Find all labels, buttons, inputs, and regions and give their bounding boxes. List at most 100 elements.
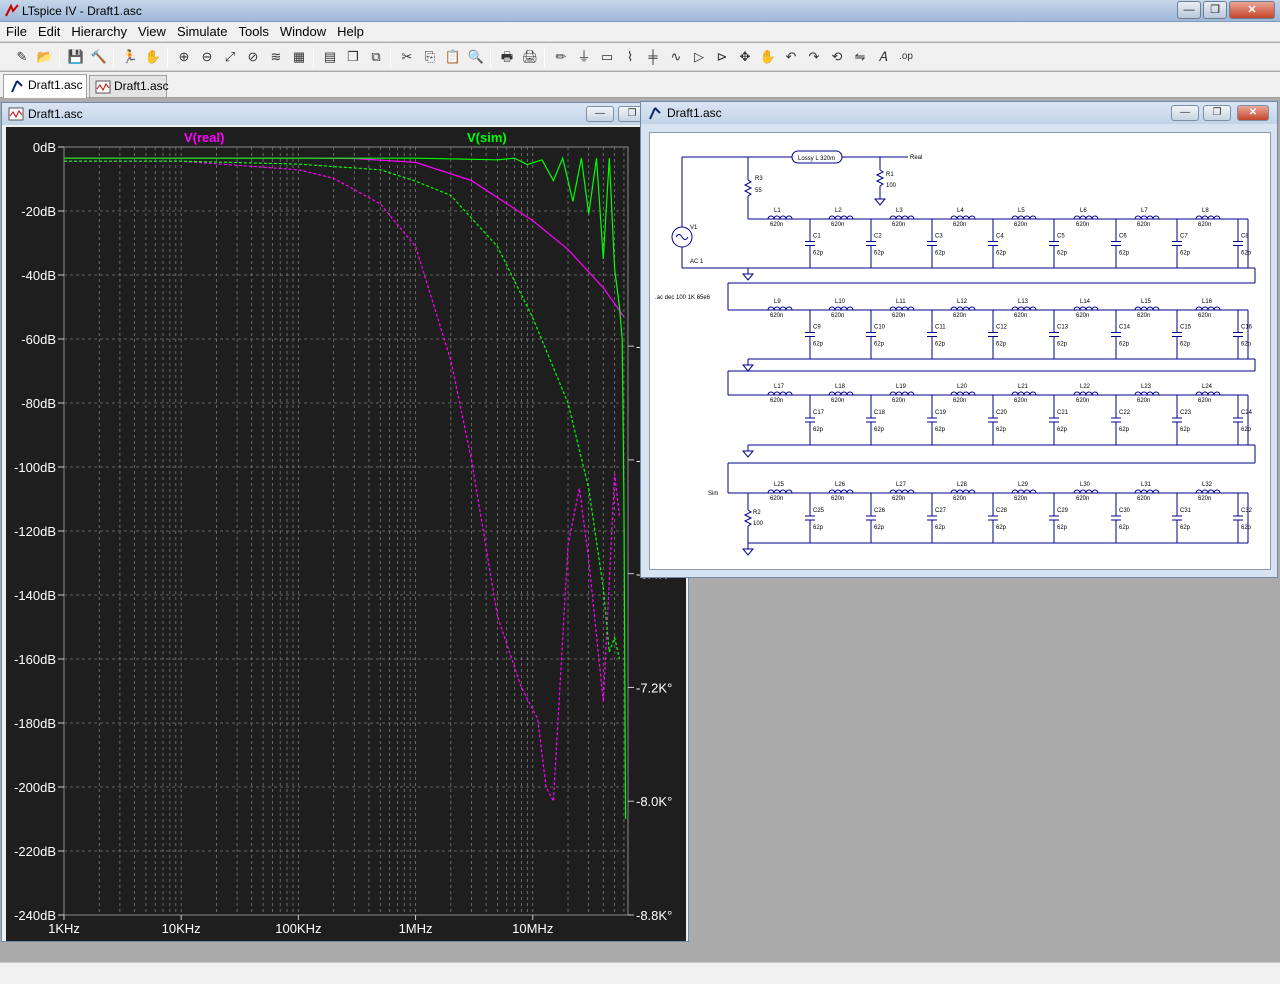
menu-tools[interactable]: Tools [233, 22, 274, 39]
capacitor-C10[interactable] [866, 332, 876, 337]
capacitor-C11[interactable] [927, 332, 937, 337]
capacitor-C9[interactable] [805, 332, 815, 337]
inductor-icon[interactable]: ∿ [666, 47, 686, 67]
capacitor-C23[interactable] [1172, 417, 1182, 423]
capacitor-C8[interactable] [1233, 241, 1243, 246]
capacitor-C7[interactable] [1172, 241, 1182, 246]
capacitor-C5[interactable] [1049, 241, 1059, 246]
trace-label-vreal[interactable]: V(real) [184, 130, 224, 145]
capacitor-C18[interactable] [866, 417, 876, 423]
capacitor-C21[interactable] [1049, 417, 1059, 423]
close-button[interactable]: ✕ [1229, 1, 1275, 19]
cut-icon[interactable]: ✂ [397, 47, 417, 67]
menu-edit[interactable]: Edit [32, 22, 65, 39]
menu-hierarchy[interactable]: Hierarchy [65, 22, 132, 39]
capacitor-C30[interactable] [1111, 515, 1121, 521]
capacitor-C26[interactable] [866, 515, 876, 521]
schematic-minimize-button[interactable]: — [1171, 105, 1199, 121]
capacitor-C32[interactable] [1233, 515, 1243, 521]
plot-minimize-button[interactable]: — [586, 106, 614, 122]
halt-icon[interactable]: ✋ [143, 47, 163, 67]
resistor-r2[interactable] [743, 509, 753, 527]
autorange-icon[interactable]: ≋ [266, 47, 286, 67]
capacitor-C15[interactable] [1172, 332, 1182, 337]
menu-window[interactable]: Window [274, 22, 331, 39]
schematic-restore-button[interactable]: ❐ [1203, 105, 1231, 121]
zoom-out-icon[interactable]: ⊖ [197, 47, 217, 67]
spice-directive-icon[interactable]: .op [896, 47, 916, 67]
capacitor-C6[interactable] [1111, 241, 1121, 246]
grid-icon[interactable]: ▦ [289, 47, 309, 67]
undo-icon[interactable]: ↶ [781, 47, 801, 67]
ground-icon[interactable] [741, 548, 755, 556]
wire-icon[interactable]: ✏ [551, 47, 571, 67]
capacitor-C28[interactable] [988, 515, 998, 521]
close-all-icon[interactable]: ⧉ [366, 47, 386, 67]
ground-icon[interactable] [873, 198, 887, 206]
capacitor-C4[interactable] [988, 241, 998, 246]
cascade-icon[interactable]: ❐ [343, 47, 363, 67]
trace-label-vsim[interactable]: V(sim) [467, 130, 507, 145]
control-panel-icon[interactable]: 🔨 [89, 47, 109, 67]
capacitor-icon[interactable]: ╪ [643, 47, 663, 67]
capacitor-C24[interactable] [1233, 417, 1243, 423]
capacitor-C13[interactable] [1049, 332, 1059, 337]
inductor-name: L30 [1080, 482, 1091, 488]
capacitor-C3[interactable] [927, 241, 937, 246]
capacitor-C31[interactable] [1172, 515, 1182, 521]
minimize-button[interactable]: — [1177, 1, 1201, 19]
ground-icon[interactable] [741, 364, 755, 372]
menu-help[interactable]: Help [331, 22, 369, 39]
capacitor-C19[interactable] [927, 417, 937, 423]
label-icon[interactable]: ▭ [597, 47, 617, 67]
tile-horizontal-icon[interactable]: ▤ [320, 47, 340, 67]
tab-schematic[interactable]: Draft1.asc [3, 74, 87, 98]
resistor-icon[interactable]: ⌇ [620, 47, 640, 67]
restore-button[interactable]: ❐ [1203, 1, 1227, 19]
resistor-r1[interactable] [875, 169, 885, 187]
resistor-value: 100 [753, 521, 764, 527]
menu-file[interactable]: File [0, 22, 32, 39]
ground-icon[interactable] [741, 273, 755, 281]
capacitor-C27[interactable] [927, 515, 937, 521]
redo-icon[interactable]: ↷ [804, 47, 824, 67]
capacitor-C16[interactable] [1233, 332, 1243, 337]
capacitor-C25[interactable] [805, 515, 815, 521]
find-icon[interactable]: 🔍 [466, 47, 486, 67]
run-icon[interactable]: 🏃 [120, 47, 140, 67]
waveform-plot[interactable]: V(real) V(sim) 0dB -20dB -40dB -60dB -80dB -1… [6, 127, 686, 941]
copy-icon[interactable]: ⎘ [420, 47, 440, 67]
schematic-close-button[interactable]: ✕ [1237, 105, 1269, 121]
capacitor-C12[interactable] [988, 332, 998, 337]
print-icon[interactable]: 🖨 [520, 47, 540, 67]
ground-icon[interactable]: ⏚ [574, 47, 594, 67]
capacitor-C2[interactable] [866, 241, 876, 246]
move-icon[interactable]: ✥ [735, 47, 755, 67]
menu-view[interactable]: View [132, 22, 171, 39]
capacitor-C1[interactable] [805, 241, 815, 246]
print-setup-icon[interactable]: 🖶 [497, 47, 517, 67]
capacitor-C22[interactable] [1111, 417, 1121, 423]
diode-icon[interactable]: ▷ [689, 47, 709, 67]
open-icon[interactable]: 📂 [35, 47, 55, 67]
paste-icon[interactable]: 📋 [443, 47, 463, 67]
drag-icon[interactable]: ✋ [758, 47, 778, 67]
resistor-r3[interactable] [743, 179, 753, 197]
zoom-in-icon[interactable]: ⊕ [174, 47, 194, 67]
menu-simulate[interactable]: Simulate [171, 22, 233, 39]
schematic-canvas[interactable]: V1 AC 1 R3 55 Lossy L 320m Real R1 100 .ac dec 1… [649, 132, 1271, 570]
ground-icon[interactable] [741, 450, 755, 458]
capacitor-C29[interactable] [1049, 515, 1059, 521]
new-schematic-icon[interactable]: ✎ [12, 47, 32, 67]
capacitor-C20[interactable] [988, 417, 998, 423]
mirror-icon[interactable]: ⇋ [850, 47, 870, 67]
save-icon[interactable]: 💾 [66, 47, 86, 67]
capacitor-C17[interactable] [805, 417, 815, 423]
zoom-fit-icon[interactable]: ⤢ [220, 47, 240, 67]
tab-waveform[interactable]: Draft1.asc [89, 75, 169, 97]
zoom-cancel-icon[interactable]: ⊘ [243, 47, 263, 67]
rotate-icon[interactable]: ⟲ [827, 47, 847, 67]
capacitor-C14[interactable] [1111, 332, 1121, 337]
text-icon[interactable]: 𝐴 [873, 47, 893, 67]
component-icon[interactable]: ⊳ [712, 47, 732, 67]
